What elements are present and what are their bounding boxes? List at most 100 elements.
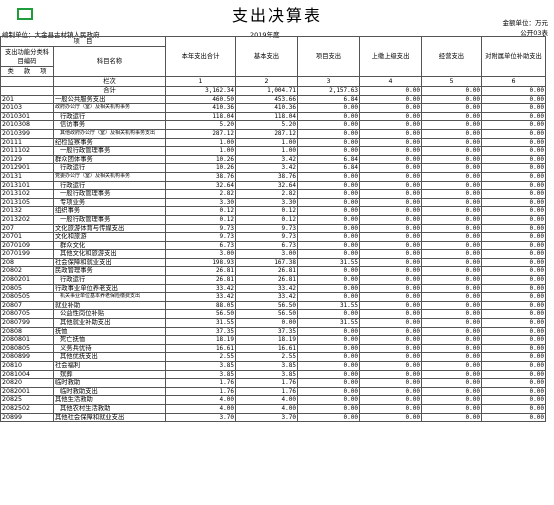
header-code: 支出功能分类科目编码 [0, 46, 54, 67]
row-value: 18.19 [165, 335, 236, 345]
row-value: 3.00 [235, 249, 298, 259]
row-value: 56.50 [235, 300, 298, 311]
row-value: 453.66 [235, 94, 298, 105]
row-value: 0.00 [359, 197, 422, 208]
row-code: 2013102 [0, 189, 54, 199]
table-row: 2070199 其他文化和旅游支出 3.00 3.00 0.00 0.00 0.00 0.00 [0, 249, 546, 259]
row-value: 1.00 [165, 146, 236, 156]
row-value: 0.00 [421, 300, 482, 311]
row-value: 0.00 [481, 292, 546, 302]
row-value: 6.73 [235, 240, 298, 251]
row-value: 0.00 [421, 206, 482, 216]
row-value: 0.00 [297, 369, 360, 380]
row-name: 死亡抚恤 [53, 335, 166, 345]
row-value: 37.35 [165, 326, 236, 337]
row-value: 0.00 [421, 223, 482, 234]
row-name: 行政运行 [53, 180, 166, 191]
row-code: 20131 [0, 171, 54, 182]
row-value: 33.42 [235, 283, 298, 294]
table-row: 2082001 临时救助支出 1.76 1.76 0.00 0.00 0.00 0.00 [0, 386, 546, 397]
row-name: 其他文化和旅游支出 [53, 249, 166, 259]
row-value: 0.00 [359, 223, 422, 234]
row-value: 0.00 [481, 206, 546, 216]
row-value: 2.82 [165, 189, 236, 199]
row-value: 0.00 [421, 318, 482, 328]
total-value-3: 2,157.63 [297, 86, 360, 96]
row-code: 2011102 [0, 146, 54, 156]
row-value: 167.38 [235, 257, 298, 268]
row-value: 287.12 [235, 128, 298, 139]
row-value: 32.64 [165, 180, 236, 191]
row-value: 0.00 [297, 352, 360, 362]
row-value: 31.55 [297, 257, 360, 268]
row-value: 0.00 [359, 361, 422, 371]
row-name: 其他农村生活救助 [53, 403, 166, 414]
col-index-1: 1 [165, 76, 236, 87]
row-code: 2080801 [0, 335, 54, 345]
row-value: 0.00 [359, 378, 422, 388]
row-value: 0.00 [359, 395, 422, 405]
header-sub-kuan: 款 [23, 68, 31, 75]
row-value: 0.00 [421, 386, 482, 397]
row-value: 0.00 [481, 223, 546, 234]
row-name: 其他生活救助 [53, 395, 166, 405]
row-value: 56.50 [165, 309, 236, 320]
row-code: 2013202 [0, 214, 54, 225]
row-value: 0.00 [421, 232, 482, 242]
row-value: 0.00 [481, 163, 546, 173]
row-value: 0.00 [421, 103, 482, 113]
row-code: 2080505 [0, 292, 54, 302]
row-value: 0.00 [481, 214, 546, 225]
row-value: 6.73 [165, 240, 236, 251]
table-row: 207 文化旅游体育与传媒支出 9.73 9.73 0.00 0.00 0.00 0.00 [0, 223, 546, 234]
row-value: 0.00 [359, 206, 422, 216]
row-name: 一般行政管理事务 [53, 189, 166, 199]
row-code: 201 [0, 94, 54, 105]
row-value: 3.30 [235, 197, 298, 208]
row-value: 26.81 [235, 266, 298, 277]
row-code: 20899 [0, 412, 54, 423]
row-value: 0.00 [359, 309, 422, 320]
row-code: 2080799 [0, 318, 54, 328]
row-value: 0.00 [359, 326, 422, 337]
table-row: 2070109 群众文化 6.73 6.73 0.00 0.00 0.00 0.00 [0, 240, 546, 251]
row-value: 0.00 [421, 240, 482, 251]
row-value: 38.76 [235, 171, 298, 182]
row-value: 0.00 [481, 386, 546, 397]
row-value: 0.00 [359, 266, 422, 277]
header-col-5: 经营支出 [421, 36, 482, 77]
table-row: 2080505 机关事业单位基本养老保险缴费支出 33.42 33.42 0.00 0.0… [0, 292, 546, 302]
table-row: 2010308 信访事务 5.20 5.20 0.00 0.00 0.00 0.00 [0, 120, 546, 130]
row-value: 0.00 [481, 146, 546, 156]
row-value: 16.61 [165, 343, 236, 354]
row-value: 3.42 [235, 163, 298, 173]
row-value: 0.00 [421, 146, 482, 156]
row-value: 0.00 [297, 189, 360, 199]
row-value: 6.84 [297, 94, 360, 105]
row-value: 9.73 [235, 232, 298, 242]
row-value: 3.85 [235, 361, 298, 371]
row-value: 26.81 [165, 275, 236, 285]
row-value: 0.00 [359, 137, 422, 148]
row-value: 0.00 [481, 343, 546, 354]
row-value: 0.00 [481, 335, 546, 345]
row-code: 20825 [0, 395, 54, 405]
row-value: 410.36 [165, 103, 236, 113]
row-value: 0.00 [421, 128, 482, 139]
table-row: 2013102 一般行政管理事务 2.82 2.82 0.00 0.00 0.00 0.00 [0, 189, 546, 199]
row-value: 0.00 [297, 249, 360, 259]
row-name: 群众文化 [53, 240, 166, 251]
row-value: 0.00 [481, 395, 546, 405]
row-value: 0.00 [421, 309, 482, 320]
row-name: 党委办公厅（室）及相关机构事务 [53, 171, 166, 182]
row-value: 5.20 [235, 120, 298, 130]
row-value: 0.00 [421, 283, 482, 294]
row-code: 2082502 [0, 403, 54, 414]
row-value: 0.00 [297, 180, 360, 191]
row-value: 0.00 [235, 318, 298, 328]
row-name: 政府办公厅（室）及相关机构事务 [53, 103, 166, 113]
table-row: 20131 党委办公厅（室）及相关机构事务 38.76 38.76 0.00 0.00 0.… [0, 171, 546, 182]
col-index-2: 2 [235, 76, 298, 87]
expenditure-table: 项 目 本年支出合计 基本支出 项目支出 上缴上级支出 经营支出 对附属单位补助… [0, 36, 546, 423]
row-value: 0.00 [421, 292, 482, 302]
